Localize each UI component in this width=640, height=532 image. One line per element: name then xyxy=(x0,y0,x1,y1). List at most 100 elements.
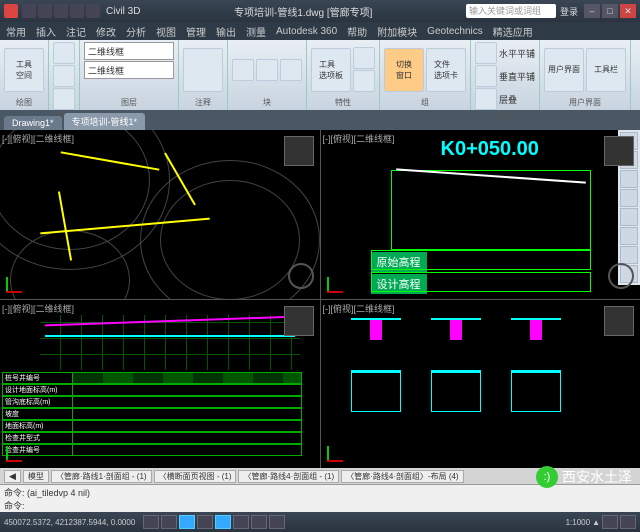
qat-undo-icon[interactable] xyxy=(70,4,84,18)
command-line[interactable]: 命令: (ai_tiledvp 4 nil) 命令: xyxy=(0,484,640,512)
command-prompt[interactable]: 命令: xyxy=(4,499,636,512)
wechat-icon: :) xyxy=(536,466,558,488)
ribbon-button[interactable] xyxy=(256,59,278,81)
ribbon-tab[interactable]: 测量 xyxy=(246,24,266,39)
layout-tab[interactable]: 〈管廊·路线4·剖面组 - (1) xyxy=(238,470,339,483)
viewcube-icon[interactable] xyxy=(604,306,634,336)
viewcube-icon[interactable] xyxy=(284,136,314,166)
file-tab-button[interactable]: 文件选项卡 xyxy=(426,48,466,92)
layout-tab[interactable]: 〈管廊·路线1·剖面组 - (1) xyxy=(51,470,152,483)
switch-window-button[interactable]: 切换窗口 xyxy=(384,48,424,92)
layout-tab[interactable]: 〈横断面页视图 - (1) xyxy=(154,470,237,483)
wcs-icon xyxy=(6,273,26,293)
ribbon: 工具空间绘图 修改 二维线框二维线框图层 注释 块 工具选项板特性 切换窗口文件… xyxy=(0,40,640,110)
ribbon-tab[interactable]: 附加模块 xyxy=(377,24,417,39)
ribbon-button[interactable] xyxy=(53,65,75,87)
ribbon-tab[interactable]: Geotechnics xyxy=(427,26,483,37)
minimize-button[interactable]: – xyxy=(584,4,600,18)
viewport-top-right[interactable]: [-][俯视][二维线框] K0+050.00 原始高程 设计高程 xyxy=(321,130,640,299)
ribbon-button[interactable] xyxy=(53,42,75,64)
table-row-label: 检查井型式 xyxy=(3,433,73,443)
toolspace-button[interactable]: 工具空间 xyxy=(4,48,44,92)
visual-style-dropdown[interactable]: 二维线框 xyxy=(84,61,174,79)
clean-screen-icon[interactable] xyxy=(620,515,636,529)
signin-link[interactable]: 登录 xyxy=(560,5,578,18)
ribbon-large-button[interactable] xyxy=(183,48,223,92)
otrack-toggle[interactable] xyxy=(233,515,249,529)
tile-v-icon[interactable] xyxy=(475,65,497,87)
tile-h-icon[interactable] xyxy=(475,42,497,64)
qat-redo-icon[interactable] xyxy=(86,4,100,18)
ribbon-tab[interactable]: 视图 xyxy=(156,24,176,39)
ribbon-tab[interactable]: 帮助 xyxy=(347,24,367,39)
wcs-icon xyxy=(6,442,26,462)
app-logo-icon[interactable] xyxy=(4,4,18,18)
ribbon-button[interactable] xyxy=(232,59,254,81)
ribbon-tab[interactable]: 插入 xyxy=(36,24,56,39)
table-row-label: 地面标高(m) xyxy=(3,421,73,431)
viewport-label[interactable]: [-][俯视][二维线框] xyxy=(323,302,395,315)
tool-palette-button[interactable]: 工具选项板 xyxy=(311,48,351,92)
snap-toggle[interactable] xyxy=(143,515,159,529)
annotation-icon[interactable]: ▲ xyxy=(592,518,600,527)
table-row-label: 管沟底标高(m) xyxy=(3,397,73,407)
ribbon-button[interactable] xyxy=(353,70,375,92)
panel-label: 块 xyxy=(232,97,302,108)
title-bar: Civil 3D 专项培训-管线1.dwg [管廊专项] 输入关键词或词组 登录… xyxy=(0,0,640,22)
ui-button[interactable]: 用户界面 xyxy=(544,48,584,92)
grid-toggle[interactable] xyxy=(161,515,177,529)
tile-v-label[interactable]: 垂直平铺 xyxy=(499,70,535,83)
layer-dropdown[interactable]: 二维线框 xyxy=(84,42,174,60)
ribbon-tab[interactable]: 常用 xyxy=(6,24,26,39)
viewport-bottom-left[interactable]: [-][俯视][二维线框] 桩号井编号 设计地面标高(m) 管沟底标高(m) 坡… xyxy=(0,300,320,469)
lwt-toggle[interactable] xyxy=(269,515,285,529)
panel-label: 特性 xyxy=(311,97,375,108)
ortho-toggle[interactable] xyxy=(179,515,195,529)
ribbon-tab[interactable]: 注记 xyxy=(66,24,86,39)
qat-open-icon[interactable] xyxy=(38,4,52,18)
qat-new-icon[interactable] xyxy=(22,4,36,18)
polar-toggle[interactable] xyxy=(197,515,213,529)
cascade-icon[interactable] xyxy=(475,88,497,110)
osnap-toggle[interactable] xyxy=(215,515,231,529)
ribbon-tab[interactable]: Autodesk 360 xyxy=(276,26,337,37)
viewport-label[interactable]: [-][俯视][二维线框] xyxy=(2,302,74,315)
layout-tab[interactable]: 模型 xyxy=(23,470,49,483)
close-button[interactable]: ✕ xyxy=(620,4,636,18)
viewport-label[interactable]: [-][俯视][二维线框] xyxy=(2,132,74,145)
annotation-scale[interactable]: 1:1000 xyxy=(566,518,590,527)
coordinates-readout[interactable]: 450072.5372, 4212387.5944, 0.0000 xyxy=(4,518,135,527)
ribbon-tab[interactable]: 输出 xyxy=(216,24,236,39)
workspace-switch-icon[interactable] xyxy=(602,515,618,529)
viewport-label[interactable]: [-][俯视][二维线框] xyxy=(323,132,395,145)
doc-tab[interactable]: Drawing1* xyxy=(4,116,62,130)
viewcube-icon[interactable] xyxy=(284,306,314,336)
help-search-input[interactable]: 输入关键词或词组 xyxy=(466,4,556,18)
nav-wheel-icon[interactable] xyxy=(608,263,634,289)
ribbon-tab[interactable]: 管理 xyxy=(186,24,206,39)
toolbar-button[interactable]: 工具栏 xyxy=(586,48,626,92)
tool-icon[interactable] xyxy=(620,170,638,188)
viewport-top-left[interactable]: [-][俯视][二维线框] xyxy=(0,130,320,299)
qat-save-icon[interactable] xyxy=(54,4,68,18)
tool-icon[interactable] xyxy=(620,227,638,245)
viewcube-icon[interactable] xyxy=(604,136,634,166)
tool-icon[interactable] xyxy=(620,246,638,264)
layout-nav-icon[interactable]: ◀ xyxy=(4,470,21,483)
tool-icon[interactable] xyxy=(620,189,638,207)
doc-tab[interactable]: 专项培训-管线1* xyxy=(64,113,146,130)
ribbon-tab[interactable]: 精选应用 xyxy=(493,24,533,39)
maximize-button[interactable]: □ xyxy=(602,4,618,18)
viewport-bottom-right[interactable]: [-][俯视][二维线框] xyxy=(321,300,640,469)
ribbon-tab[interactable]: 分析 xyxy=(126,24,146,39)
tool-icon[interactable] xyxy=(620,208,638,226)
nav-wheel-icon[interactable] xyxy=(288,263,314,289)
tile-h-label[interactable]: 水平平铺 xyxy=(499,47,535,60)
layout-tab[interactable]: 〈管廊·路线4·剖面组〉-布局 (4) xyxy=(341,470,463,483)
ribbon-button[interactable] xyxy=(53,88,75,110)
dyn-toggle[interactable] xyxy=(251,515,267,529)
ribbon-button[interactable] xyxy=(353,47,375,69)
ribbon-tab[interactable]: 修改 xyxy=(96,24,116,39)
cascade-label[interactable]: 层叠 xyxy=(499,93,517,106)
ribbon-button[interactable] xyxy=(280,59,302,81)
